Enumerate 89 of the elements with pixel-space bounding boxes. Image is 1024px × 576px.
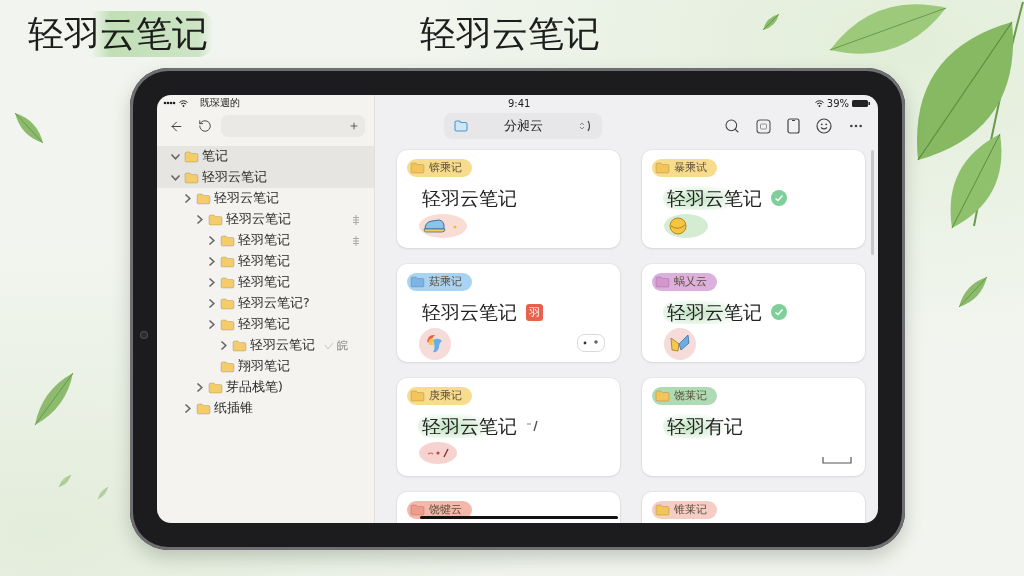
tree-item[interactable]: 轻羽笔记 bbox=[157, 314, 374, 335]
note-card[interactable]: 庚乘记 轻羽云笔记 bbox=[397, 378, 620, 476]
folder-switcher[interactable]: 分昶云 bbox=[444, 113, 602, 139]
chevron-right-icon[interactable] bbox=[194, 382, 205, 393]
chevron-right-icon[interactable] bbox=[194, 214, 205, 225]
sort-icon bbox=[578, 120, 592, 132]
folder-icon bbox=[184, 171, 199, 184]
tag-label: 饶莱记 bbox=[674, 389, 707, 403]
folder-icon bbox=[454, 120, 468, 132]
note-card[interactable]: 菇乘记 轻羽云笔记 羽 bbox=[397, 264, 620, 362]
note-card[interactable]: 锛乘记 轻羽云笔记 bbox=[397, 150, 620, 248]
tree-item[interactable]: 笔记 bbox=[157, 146, 374, 167]
add-icon[interactable] bbox=[349, 121, 359, 131]
chevron-right-icon[interactable] bbox=[182, 193, 193, 204]
note-card[interactable]: 暴乘试 轻羽云笔记 bbox=[642, 150, 865, 248]
tree-item[interactable]: 轻羽云笔记 bbox=[157, 167, 374, 188]
leaf-icon bbox=[58, 474, 72, 488]
chevron-right-icon[interactable] bbox=[182, 403, 193, 414]
tag-label: 暴乘试 bbox=[674, 161, 707, 175]
tag-label: 庚乘记 bbox=[429, 389, 462, 403]
chevron-right-icon[interactable] bbox=[206, 298, 217, 309]
folder-icon bbox=[196, 402, 211, 415]
note-card[interactable]: 饶莱记 轻羽有记 bbox=[642, 378, 865, 476]
folder-icon bbox=[184, 150, 199, 163]
battery-text: 39% bbox=[826, 97, 849, 109]
rotate-icon[interactable] bbox=[198, 119, 212, 133]
leaf-icon bbox=[34, 372, 74, 426]
check-badge-icon bbox=[771, 304, 787, 320]
tree-item[interactable]: 芽品栈笔) bbox=[157, 377, 374, 398]
tree-item[interactable]: 轻羽笔记 bbox=[157, 230, 374, 251]
search-icon[interactable] bbox=[724, 118, 740, 134]
folder-icon bbox=[196, 192, 211, 205]
back-icon[interactable] bbox=[169, 118, 184, 134]
leaf-icon bbox=[14, 112, 44, 144]
chevron-right-icon[interactable] bbox=[206, 256, 217, 267]
folder-icon bbox=[220, 276, 235, 289]
signal-icon bbox=[163, 101, 176, 105]
smiley-icon[interactable] bbox=[816, 118, 832, 134]
pill-icon[interactable] bbox=[577, 334, 605, 352]
tree-item[interactable]: 纸插锥 bbox=[157, 398, 374, 419]
square-icon[interactable] bbox=[756, 118, 771, 134]
tag-label: 饶犍云 bbox=[429, 503, 462, 517]
carrier-text: 既琛週的 bbox=[200, 96, 240, 110]
folder-icon bbox=[220, 297, 235, 310]
chevron-right-icon[interactable] bbox=[218, 340, 229, 351]
tree-item[interactable]: 轻羽笔记 bbox=[157, 251, 374, 272]
stroke-icon bbox=[526, 420, 540, 432]
tree-item[interactable]: 轻羽云笔记 bbox=[157, 209, 374, 230]
tag-label: 菇乘记 bbox=[429, 275, 462, 289]
tag-label: 锥莱记 bbox=[674, 503, 707, 517]
folder-icon bbox=[220, 234, 235, 247]
tree-item[interactable]: 轻羽云笔记 皖 bbox=[157, 335, 374, 356]
chevron-right-icon[interactable] bbox=[206, 319, 217, 330]
bracket-icon bbox=[822, 456, 852, 464]
leaf-icon bbox=[762, 13, 780, 31]
tree-item[interactable]: 轻羽云笔记 bbox=[157, 188, 374, 209]
folder-icon bbox=[232, 339, 247, 352]
folder-icon bbox=[220, 255, 235, 268]
tick-icon bbox=[324, 341, 334, 350]
leaf-icon bbox=[958, 276, 988, 308]
tree-item[interactable]: 翔羽笔记 bbox=[157, 356, 374, 377]
status-time: 9:41 bbox=[508, 97, 531, 109]
page-title: 轻羽云笔记 bbox=[419, 12, 601, 56]
note-card[interactable]: 蜗乂云 轻羽云笔记 bbox=[642, 264, 865, 362]
tag-label: 蜗乂云 bbox=[674, 275, 707, 289]
note-label: 皖 bbox=[337, 338, 348, 353]
check-badge-icon bbox=[771, 190, 787, 206]
chevron-right-icon[interactable] bbox=[206, 235, 217, 246]
camera-icon bbox=[140, 331, 148, 339]
tree-item[interactable]: 轻羽云笔记? bbox=[157, 293, 374, 314]
folder-icon bbox=[208, 213, 223, 226]
search-field[interactable] bbox=[221, 115, 365, 137]
note-card[interactable]: 锥莱记 bbox=[642, 492, 865, 523]
tablet-icon[interactable] bbox=[787, 118, 800, 134]
chevron-down-icon[interactable] bbox=[170, 151, 181, 162]
tag-label: 锛乘记 bbox=[429, 161, 462, 175]
wifi-icon bbox=[814, 99, 824, 107]
note-title: 轻羽云笔记 bbox=[421, 186, 518, 210]
tree-item[interactable]: 轻羽笔记 bbox=[157, 272, 374, 293]
folder-icon bbox=[220, 360, 235, 373]
folder-icon bbox=[220, 318, 235, 331]
wifi-icon bbox=[179, 99, 188, 107]
seal-badge: 羽 bbox=[526, 303, 543, 321]
folder-icon bbox=[208, 381, 223, 394]
chevron-down-icon[interactable] bbox=[170, 172, 181, 183]
battery-icon bbox=[852, 99, 870, 107]
chevron-right-icon[interactable] bbox=[206, 277, 217, 288]
leaf-icon bbox=[97, 486, 109, 500]
note-title: 轻羽云笔记 bbox=[421, 300, 518, 324]
